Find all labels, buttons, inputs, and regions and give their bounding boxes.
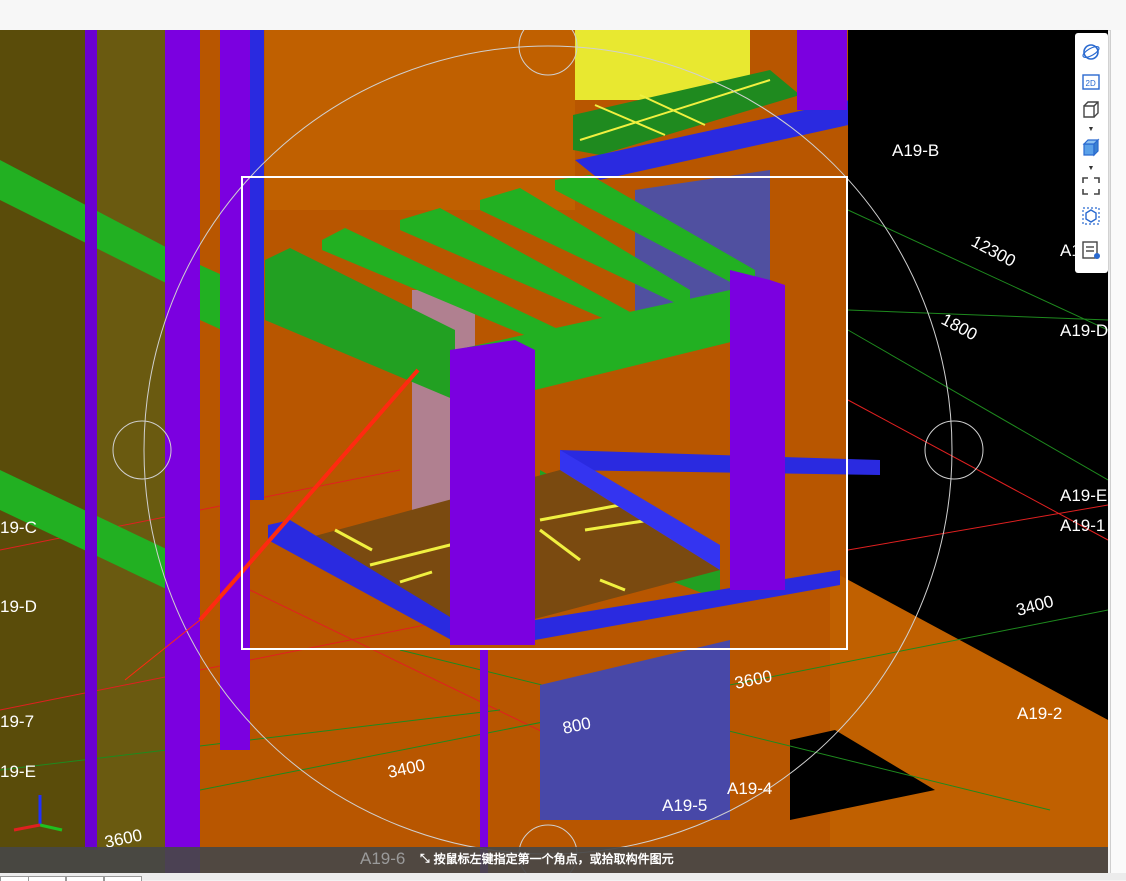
orbit-button[interactable]: [1079, 41, 1103, 63]
bottom-tab-strip: [0, 873, 1126, 881]
axis-label-a19-4: A19-4: [727, 779, 772, 798]
axis-label-19-c: 19-C: [0, 518, 37, 537]
bottom-tab[interactable]: [66, 876, 104, 881]
axis-label-19-d: 19-D: [0, 597, 37, 616]
model-scene[interactable]: A19-B A1 A19-D A19-E A19-1 A19-2 A19-4 A…: [0, 30, 1108, 873]
status-hint-text: 按鼠标左键指定第一个角点，或拾取构件图元: [433, 852, 674, 866]
axis-label-a19-b: A19-B: [892, 141, 939, 160]
axis-label-a19-e: A19-E: [1060, 486, 1107, 505]
column[interactable]: [165, 30, 200, 873]
chevron-down-icon[interactable]: ▼: [1087, 165, 1095, 172]
fullscreen-icon: [1082, 177, 1100, 195]
cube-solid-icon: [1082, 138, 1100, 157]
svg-text:2D: 2D: [1086, 79, 1096, 88]
2d-view-icon: 2D: [1082, 74, 1100, 90]
status-bar: A19-6 ⤡ 按鼠标左键指定第一个角点，或拾取构件图元: [0, 847, 1108, 873]
thin-column[interactable]: [480, 650, 488, 873]
cube-wireframe-icon: [1083, 101, 1099, 118]
box-column[interactable]: [450, 340, 535, 645]
bottom-tab[interactable]: [28, 876, 66, 881]
box-column[interactable]: [730, 270, 785, 590]
orbit-icon: [1082, 44, 1100, 60]
column[interactable]: [797, 30, 847, 110]
left-green-beam-end[interactable]: [200, 265, 222, 330]
column[interactable]: [85, 30, 97, 850]
axis-label-19-e: 19-E: [0, 762, 36, 781]
column[interactable]: [220, 30, 250, 750]
component-view-icon: [1082, 207, 1100, 225]
column-blue[interactable]: [250, 30, 264, 500]
axis-label-a19-5: A19-5: [662, 796, 707, 815]
bottom-tab[interactable]: [104, 876, 142, 881]
2d-view-button[interactable]: 2D: [1079, 71, 1103, 93]
upper-wall: [265, 30, 575, 210]
axis-label-19-7: 19-7: [0, 712, 34, 731]
solid-view-button[interactable]: [1079, 137, 1103, 159]
chevron-down-icon[interactable]: ▼: [1087, 126, 1095, 133]
status-grid-label: A19-6: [360, 849, 406, 868]
view-toolbar: 2D ▼ ▼: [1075, 33, 1108, 273]
component-view-button[interactable]: [1079, 205, 1103, 227]
left-wall-shade: [0, 30, 90, 873]
selection-cursor-icon: ⤡: [420, 851, 430, 865]
axis-label-a19-1: A19-1: [1060, 516, 1105, 535]
axis-label-a19-d: A19-D: [1060, 321, 1108, 340]
side-panel[interactable]: [1110, 30, 1126, 873]
axis-label-a19-2: A19-2: [1017, 704, 1062, 723]
properties-button[interactable]: [1079, 239, 1103, 261]
wireframe-view-button[interactable]: [1079, 99, 1103, 121]
3d-viewport[interactable]: A19-B A1 A19-D A19-E A19-1 A19-2 A19-4 A…: [0, 30, 1108, 873]
properties-list-icon: [1082, 241, 1100, 259]
fullscreen-button[interactable]: [1079, 175, 1103, 197]
title-bar: [0, 0, 1126, 31]
status-hint: ⤡ 按鼠标左键指定第一个角点，或拾取构件图元: [420, 850, 674, 867]
